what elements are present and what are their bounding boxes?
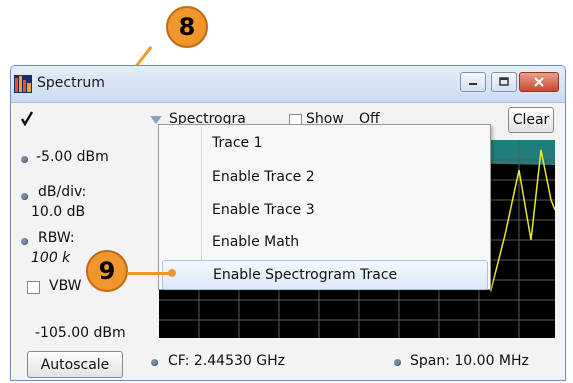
cf-label[interactable]: CF: 2.44530 GHz [168, 353, 285, 369]
cf-dot [151, 359, 158, 366]
menu-item-label: Enable Trace 3 [212, 202, 315, 218]
callout-9: 9 [86, 250, 128, 292]
trace-context-menu: Trace 1 Enable Trace 2 Enable Trace 3 En… [158, 124, 491, 290]
db-div-label: dB/div: [38, 184, 87, 200]
menu-item-label: Enable Trace 2 [212, 169, 315, 185]
maximize-icon [499, 77, 509, 86]
minimize-icon [469, 83, 477, 85]
ref-level-dot [21, 156, 28, 163]
menu-item-enable-math[interactable]: Enable Math [162, 228, 488, 258]
span-dot [394, 359, 401, 366]
rbw-dot [21, 238, 28, 245]
span-label[interactable]: Span: 10.00 MHz [410, 353, 529, 369]
close-icon [534, 77, 544, 87]
menu-item-label: Enable Math [212, 234, 300, 250]
vbw-label: VBW [49, 278, 82, 294]
menu-item-trace-1[interactable]: Trace 1 [162, 129, 488, 159]
vbw-checkbox[interactable] [27, 281, 40, 294]
menu-item-label: Enable Spectrogram Trace [213, 267, 398, 283]
db-div-dot [21, 193, 28, 200]
close-button[interactable] [519, 72, 559, 92]
spectrum-app-icon [14, 75, 32, 93]
ref-level[interactable]: -5.00 dBm [36, 149, 109, 165]
bottom-level[interactable]: -105.00 dBm [35, 325, 126, 341]
autoscale-button[interactable]: Autoscale [27, 351, 123, 378]
callout-8-label: 8 [178, 13, 196, 41]
menu-item-enable-trace-2[interactable]: Enable Trace 2 [162, 163, 488, 193]
checkmark-icon[interactable] [20, 110, 34, 126]
title-bar[interactable]: Spectrum [11, 66, 565, 103]
rbw-value[interactable]: 100 k [31, 250, 70, 266]
rbw-label: RBW: [38, 230, 75, 246]
minimize-button[interactable] [460, 72, 486, 92]
maximize-button[interactable] [491, 72, 517, 92]
clear-button[interactable]: Clear [508, 107, 554, 133]
callout-9-pointer [168, 269, 176, 277]
window-title: Spectrum [37, 75, 105, 91]
db-div-value[interactable]: 10.0 dB [31, 204, 85, 220]
menu-item-enable-trace-3[interactable]: Enable Trace 3 [162, 196, 488, 226]
callout-9-label: 9 [98, 257, 116, 285]
callout-9-leader [127, 272, 169, 275]
menu-item-label: Trace 1 [212, 135, 263, 151]
callout-8: 8 [166, 6, 208, 48]
menu-item-enable-spectrogram-trace[interactable]: Enable Spectrogram Trace [162, 260, 488, 290]
